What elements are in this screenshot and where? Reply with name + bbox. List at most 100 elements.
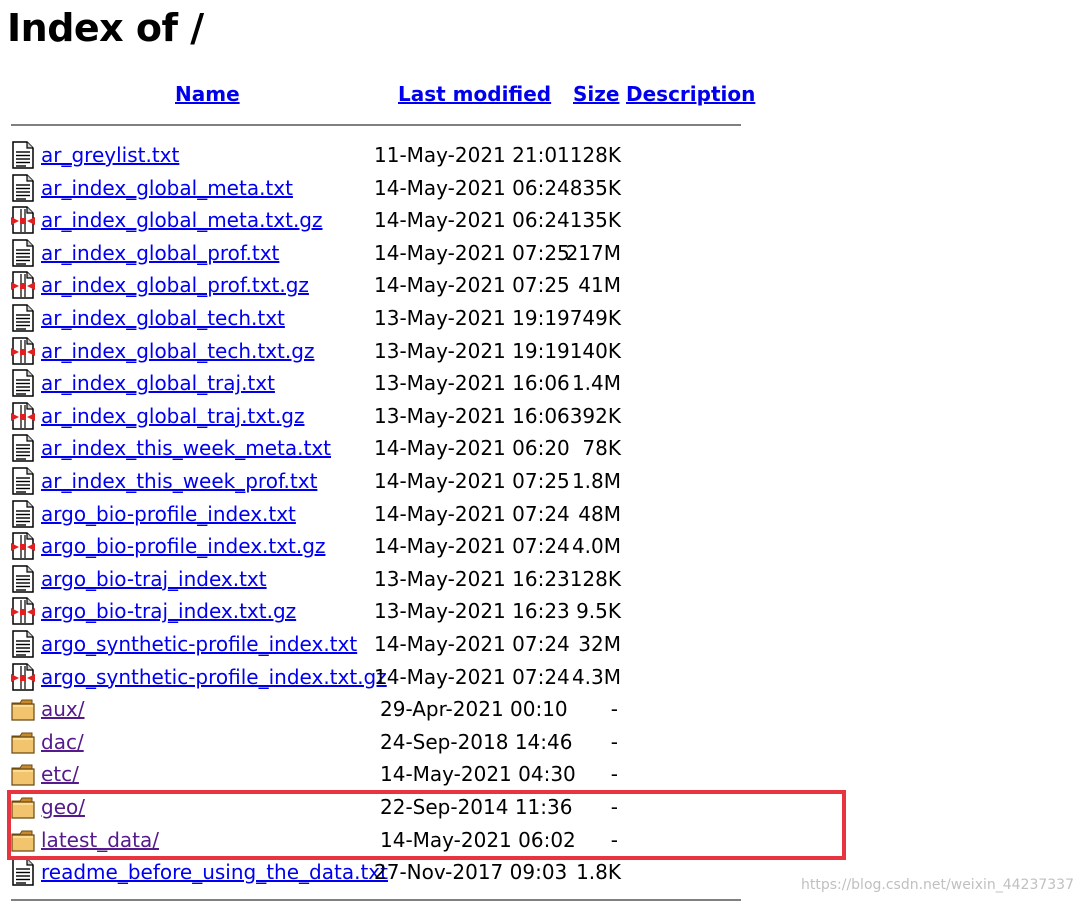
file-link[interactable]: argo_bio-profile_index.txt <box>41 501 296 527</box>
last-modified-cell: 13-May-2021 19:19 <box>374 306 570 330</box>
size-cell: - <box>610 697 618 722</box>
file-link[interactable]: ar_index_global_traj.txt.gz <box>41 403 305 429</box>
table-row: ar_greylist.txt 11-May-2021 21:01 128K <box>0 140 760 172</box>
file-link[interactable]: argo_synthetic-profile_index.txt.gz <box>41 664 387 690</box>
text-file-icon[interactable] <box>11 858 35 886</box>
text-file-icon[interactable] <box>11 369 35 397</box>
file-link[interactable]: ar_greylist.txt <box>41 142 179 168</box>
size-cell: 135K <box>569 208 621 233</box>
text-file-icon[interactable] <box>11 434 35 463</box>
compressed-file-icon[interactable] <box>11 336 35 365</box>
size-cell: 4.3M <box>571 664 621 689</box>
file-link[interactable]: ar_index_global_tech.txt.gz <box>41 338 314 364</box>
size-cell: - <box>610 762 618 787</box>
table-row: ar_index_global_meta.txt.gz 14-May-2021 0… <box>0 205 760 237</box>
folder-icon[interactable] <box>11 695 35 723</box>
text-file-icon[interactable] <box>11 239 35 267</box>
file-link[interactable]: ar_index_global_traj.txt <box>41 370 275 396</box>
last-modified-cell: 14-May-2021 04:30 <box>380 762 576 787</box>
table-row: ar_index_global_tech.txt 13-May-2021 19:1… <box>0 303 760 335</box>
sort-by-size-link[interactable]: Size <box>573 82 619 106</box>
file-link[interactable]: argo_synthetic-profile_index.txt <box>41 631 357 657</box>
highlight-box <box>7 790 846 860</box>
last-modified-cell: 14-May-2021 07:24 <box>374 501 570 526</box>
compressed-file-icon[interactable] <box>11 206 35 234</box>
footer-divider <box>11 899 741 901</box>
table-row: readme_before_using_the_data.txt 27-Nov-2… <box>0 857 760 889</box>
size-cell: 4.0M <box>571 534 621 559</box>
last-modified-cell: 14-May-2021 07:24 <box>374 534 570 559</box>
last-modified-cell: 14-May-2021 07:24 <box>374 632 570 656</box>
size-cell: 835K <box>569 175 621 200</box>
header-divider <box>11 124 741 126</box>
last-modified-cell: 13-May-2021 19:19 <box>374 338 570 363</box>
folder-icon[interactable] <box>11 728 35 756</box>
size-cell: 41M <box>578 273 621 298</box>
text-file-icon[interactable] <box>11 304 35 332</box>
last-modified-cell: 13-May-2021 16:23 <box>374 566 570 591</box>
size-cell: 1.4M <box>571 371 621 396</box>
file-link[interactable]: ar_index_global_tech.txt <box>41 305 285 331</box>
table-row: ar_index_global_meta.txt 14-May-2021 06:2… <box>0 173 760 205</box>
file-link[interactable]: ar_index_this_week_meta.txt <box>41 435 331 461</box>
last-modified-cell: 14-May-2021 07:24 <box>374 664 570 689</box>
text-file-icon[interactable] <box>11 173 35 202</box>
page-title: Index of / <box>7 6 204 50</box>
last-modified-cell: 14-May-2021 06:24 <box>374 208 570 233</box>
table-row: argo_bio-profile_index.txt.gz 14-May-2021… <box>0 531 760 563</box>
sort-by-description-link[interactable]: Description <box>626 82 755 106</box>
watermark: https://blog.csdn.net/weixin_44237337 <box>800 877 1074 893</box>
compressed-file-icon[interactable] <box>11 402 35 430</box>
compressed-file-icon[interactable] <box>11 271 35 300</box>
folder-link[interactable]: aux/ <box>41 696 85 722</box>
file-link[interactable]: readme_before_using_the_data.txt <box>41 859 388 885</box>
text-file-icon[interactable] <box>11 565 35 593</box>
size-cell: 749K <box>569 306 621 330</box>
compressed-file-icon[interactable] <box>11 662 35 691</box>
file-link[interactable]: ar_index_global_prof.txt.gz <box>41 272 309 298</box>
table-row: aux/29-Apr-2021 00:10 - <box>0 694 760 726</box>
text-file-icon[interactable] <box>11 467 35 495</box>
size-cell: 392K <box>569 403 621 428</box>
last-modified-cell: 14-May-2021 06:20 <box>374 436 570 461</box>
text-file-icon[interactable] <box>11 630 35 658</box>
table-row: ar_index_this_week_prof.txt 14-May-2021 0… <box>0 466 760 498</box>
text-file-icon[interactable] <box>11 499 35 528</box>
table-row: ar_index_global_prof.txt.gz 14-May-2021 0… <box>0 270 760 302</box>
size-cell: 32M <box>578 632 621 656</box>
file-link[interactable]: ar_index_global_prof.txt <box>41 240 279 266</box>
sort-by-last-modified-link[interactable]: Last modified <box>398 82 551 106</box>
folder-icon[interactable] <box>11 760 35 788</box>
table-row: argo_bio-profile_index.txt 14-May-2021 07… <box>0 499 760 531</box>
file-link[interactable]: ar_index_global_meta.txt.gz <box>41 207 323 233</box>
file-link[interactable]: argo_bio-profile_index.txt.gz <box>41 533 325 559</box>
table-row: ar_index_global_traj.txt 13-May-2021 16:0… <box>0 368 760 400</box>
last-modified-cell: 14-May-2021 07:25 <box>374 273 570 298</box>
folder-link[interactable]: dac/ <box>41 729 84 755</box>
size-cell: 9.5K <box>576 599 621 624</box>
size-cell: 217M <box>565 240 621 265</box>
file-link[interactable]: argo_bio-traj_index.txt.gz <box>41 598 296 624</box>
text-file-icon[interactable] <box>11 141 35 169</box>
size-cell: 1.8M <box>571 469 621 493</box>
last-modified-cell: 11-May-2021 21:01 <box>374 143 570 167</box>
compressed-file-icon[interactable] <box>11 532 35 560</box>
size-cell: 78K <box>582 436 621 461</box>
table-row: argo_synthetic-profile_index.txt.gz 14-Ma… <box>0 662 760 694</box>
last-modified-cell: 29-Apr-2021 00:10 <box>380 697 568 722</box>
file-link[interactable]: ar_index_global_meta.txt <box>41 175 293 201</box>
sort-by-name-link[interactable]: Name <box>175 82 240 106</box>
file-link[interactable]: argo_bio-traj_index.txt <box>41 566 267 592</box>
table-row: etc/14-May-2021 04:30 - <box>0 759 760 791</box>
table-row: ar_index_global_prof.txt 14-May-2021 07:2… <box>0 238 760 270</box>
file-link[interactable]: ar_index_this_week_prof.txt <box>41 468 317 494</box>
last-modified-cell: 27-Nov-2017 09:03 <box>374 860 568 885</box>
table-row: argo_bio-traj_index.txt.gz 13-May-2021 16… <box>0 596 760 628</box>
size-cell: 140K <box>569 338 621 363</box>
last-modified-cell: 14-May-2021 07:25 <box>374 240 570 265</box>
size-cell: 1.8K <box>576 860 621 885</box>
table-row: ar_index_this_week_meta.txt 14-May-2021 0… <box>0 433 760 465</box>
folder-link[interactable]: etc/ <box>41 761 79 787</box>
last-modified-cell: 13-May-2021 16:23 <box>374 599 570 624</box>
compressed-file-icon[interactable] <box>11 597 35 626</box>
